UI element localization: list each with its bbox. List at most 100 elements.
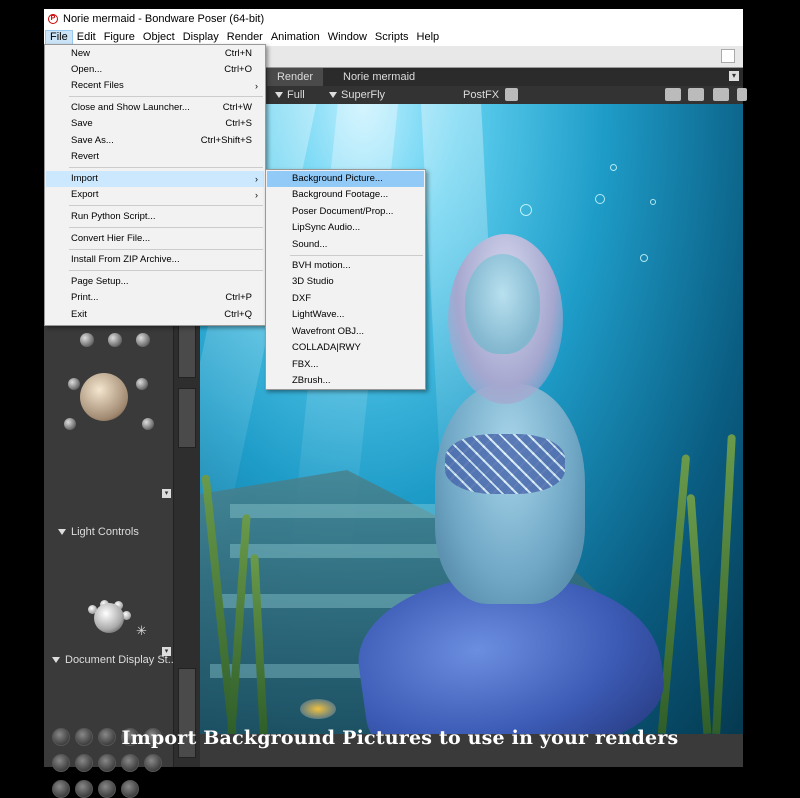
menu-help[interactable]: Help — [413, 30, 444, 45]
menu-item-import[interactable]: Import › — [46, 171, 264, 187]
bubble — [650, 199, 656, 205]
chevron-right-icon: › — [255, 81, 258, 91]
tab-render[interactable]: Render — [267, 68, 323, 86]
menu-item-recent-files[interactable]: Recent Files › — [46, 78, 264, 94]
menu-item-page-setup[interactable]: Page Setup... — [46, 274, 264, 290]
menu-figure[interactable]: Figure — [100, 30, 139, 45]
menu-object[interactable]: Object — [139, 30, 179, 45]
menu-item-bvh-motion[interactable]: BVH motion... — [267, 258, 424, 274]
chevron-down-icon — [275, 92, 283, 99]
export-icon[interactable] — [505, 88, 518, 101]
fish — [300, 699, 336, 719]
display-style-button[interactable] — [121, 780, 139, 798]
display-style-button[interactable] — [98, 780, 116, 798]
poser-logo-icon: P — [48, 14, 58, 24]
menu-scripts[interactable]: Scripts — [371, 30, 413, 45]
menu-item-export[interactable]: Export › — [46, 187, 264, 203]
seaweed — [712, 433, 736, 734]
menu-separator — [290, 255, 423, 256]
import-submenu: Background Picture... Background Footage… — [265, 169, 426, 390]
display-style-button[interactable] — [75, 780, 93, 798]
bubble — [610, 164, 617, 171]
document-tabs: Render Norie mermaid ▾ — [267, 68, 743, 86]
menu-item-new[interactable]: New Ctrl+N — [46, 46, 264, 62]
chevron-down-icon — [52, 657, 60, 664]
mermaid-top — [445, 434, 565, 494]
menu-item-sound[interactable]: Sound... — [267, 237, 424, 253]
menu-animation[interactable]: Animation — [267, 30, 324, 45]
render-toolbar: Full SuperFly PostFX — [267, 86, 747, 104]
menu-separator — [69, 227, 263, 228]
camera-small-icon[interactable] — [64, 418, 76, 430]
window-title: Norie mermaid - Bondware Poser (64-bit) — [63, 13, 265, 25]
menu-item-install-zip[interactable]: Install From ZIP Archive... — [46, 252, 264, 268]
sun-icon[interactable]: ✳ — [136, 623, 147, 639]
menu-item-collada[interactable]: COLLADA|RWY — [267, 340, 424, 356]
bubble — [520, 204, 532, 216]
menu-edit[interactable]: Edit — [73, 30, 100, 45]
tab-document[interactable]: Norie mermaid — [343, 68, 443, 86]
menu-item-wavefront-obj[interactable]: Wavefront OBJ... — [267, 324, 424, 340]
mermaid-head — [465, 254, 540, 354]
menu-item-dxf[interactable]: DXF — [267, 291, 424, 307]
chevron-right-icon: › — [255, 174, 258, 184]
render-engine-dropdown[interactable]: SuperFly — [329, 88, 385, 102]
menu-item-background-picture[interactable]: Background Picture... — [267, 171, 424, 187]
camera-trackball[interactable] — [80, 373, 128, 421]
postfx-label[interactable]: PostFX — [463, 88, 499, 102]
menu-separator — [69, 96, 263, 97]
menu-item-save[interactable]: Save Ctrl+S — [46, 116, 264, 132]
camera-icon[interactable] — [665, 88, 681, 101]
menu-item-run-python[interactable]: Run Python Script... — [46, 209, 264, 225]
light-controls-header[interactable]: Light Controls — [58, 526, 139, 538]
hand-icon[interactable] — [737, 88, 747, 101]
menu-item-lipsync-audio[interactable]: LipSync Audio... — [267, 220, 424, 236]
caption-text: Import Background Pictures to use in you… — [121, 727, 679, 749]
tabs-menu-icon[interactable]: ▾ — [729, 71, 739, 81]
display-style-button[interactable] — [52, 780, 70, 798]
menu-separator — [69, 249, 263, 250]
menu-item-close-launcher[interactable]: Close and Show Launcher... Ctrl+W — [46, 100, 264, 116]
light-sphere[interactable] — [94, 603, 124, 633]
menu-separator — [69, 270, 263, 271]
side-toolbar-segment[interactable] — [178, 318, 196, 378]
camera-settings-icon[interactable] — [688, 88, 704, 101]
menu-render[interactable]: Render — [223, 30, 267, 45]
menu-item-convert-hier[interactable]: Convert Hier File... — [46, 231, 264, 247]
menu-item-background-footage[interactable]: Background Footage... — [267, 187, 424, 203]
trackball-icon[interactable] — [108, 333, 122, 347]
menu-item-poser-document[interactable]: Poser Document/Prop... — [267, 204, 424, 220]
trackball-icon[interactable] — [136, 333, 150, 347]
bubble — [640, 254, 648, 262]
trackball-icon[interactable] — [80, 333, 94, 347]
menu-item-3d-studio[interactable]: 3D Studio — [267, 274, 424, 290]
menu-separator — [69, 167, 263, 168]
title-bar: P Norie mermaid - Bondware Poser (64-bit… — [44, 9, 743, 29]
trackball-icon[interactable] — [68, 378, 80, 390]
render-size-dropdown[interactable]: Full — [275, 88, 305, 102]
trackball-icon[interactable] — [142, 418, 154, 430]
menu-item-lightwave[interactable]: LightWave... — [267, 307, 424, 323]
menu-separator — [69, 205, 263, 206]
side-toolbar-segment[interactable] — [178, 388, 196, 448]
panel-options-button[interactable] — [721, 49, 735, 63]
menu-display[interactable]: Display — [179, 30, 223, 45]
panel-menu-icon[interactable]: ▾ — [162, 489, 171, 498]
menu-item-exit[interactable]: Exit Ctrl+Q — [46, 307, 264, 323]
menu-item-fbx[interactable]: FBX... — [267, 357, 424, 373]
menu-item-print[interactable]: Print... Ctrl+P — [46, 290, 264, 306]
share-icon[interactable] — [713, 88, 729, 101]
mermaid-body — [435, 384, 585, 604]
document-display-header[interactable]: Document Display St... — [52, 654, 177, 666]
chevron-right-icon: › — [255, 190, 258, 200]
menu-item-zbrush[interactable]: ZBrush... — [267, 373, 424, 389]
file-menu: New Ctrl+N Open... Ctrl+O Recent Files › Cl… — [44, 44, 266, 326]
menu-window[interactable]: Window — [324, 30, 371, 45]
seaweed — [686, 494, 712, 734]
menu-item-revert[interactable]: Revert — [46, 149, 264, 165]
chevron-down-icon — [329, 92, 337, 99]
menu-item-open[interactable]: Open... Ctrl+O — [46, 62, 264, 78]
menu-item-save-as[interactable]: Save As... Ctrl+Shift+S — [46, 133, 264, 149]
trackball-icon[interactable] — [136, 378, 148, 390]
menu-file[interactable]: File — [45, 30, 73, 45]
